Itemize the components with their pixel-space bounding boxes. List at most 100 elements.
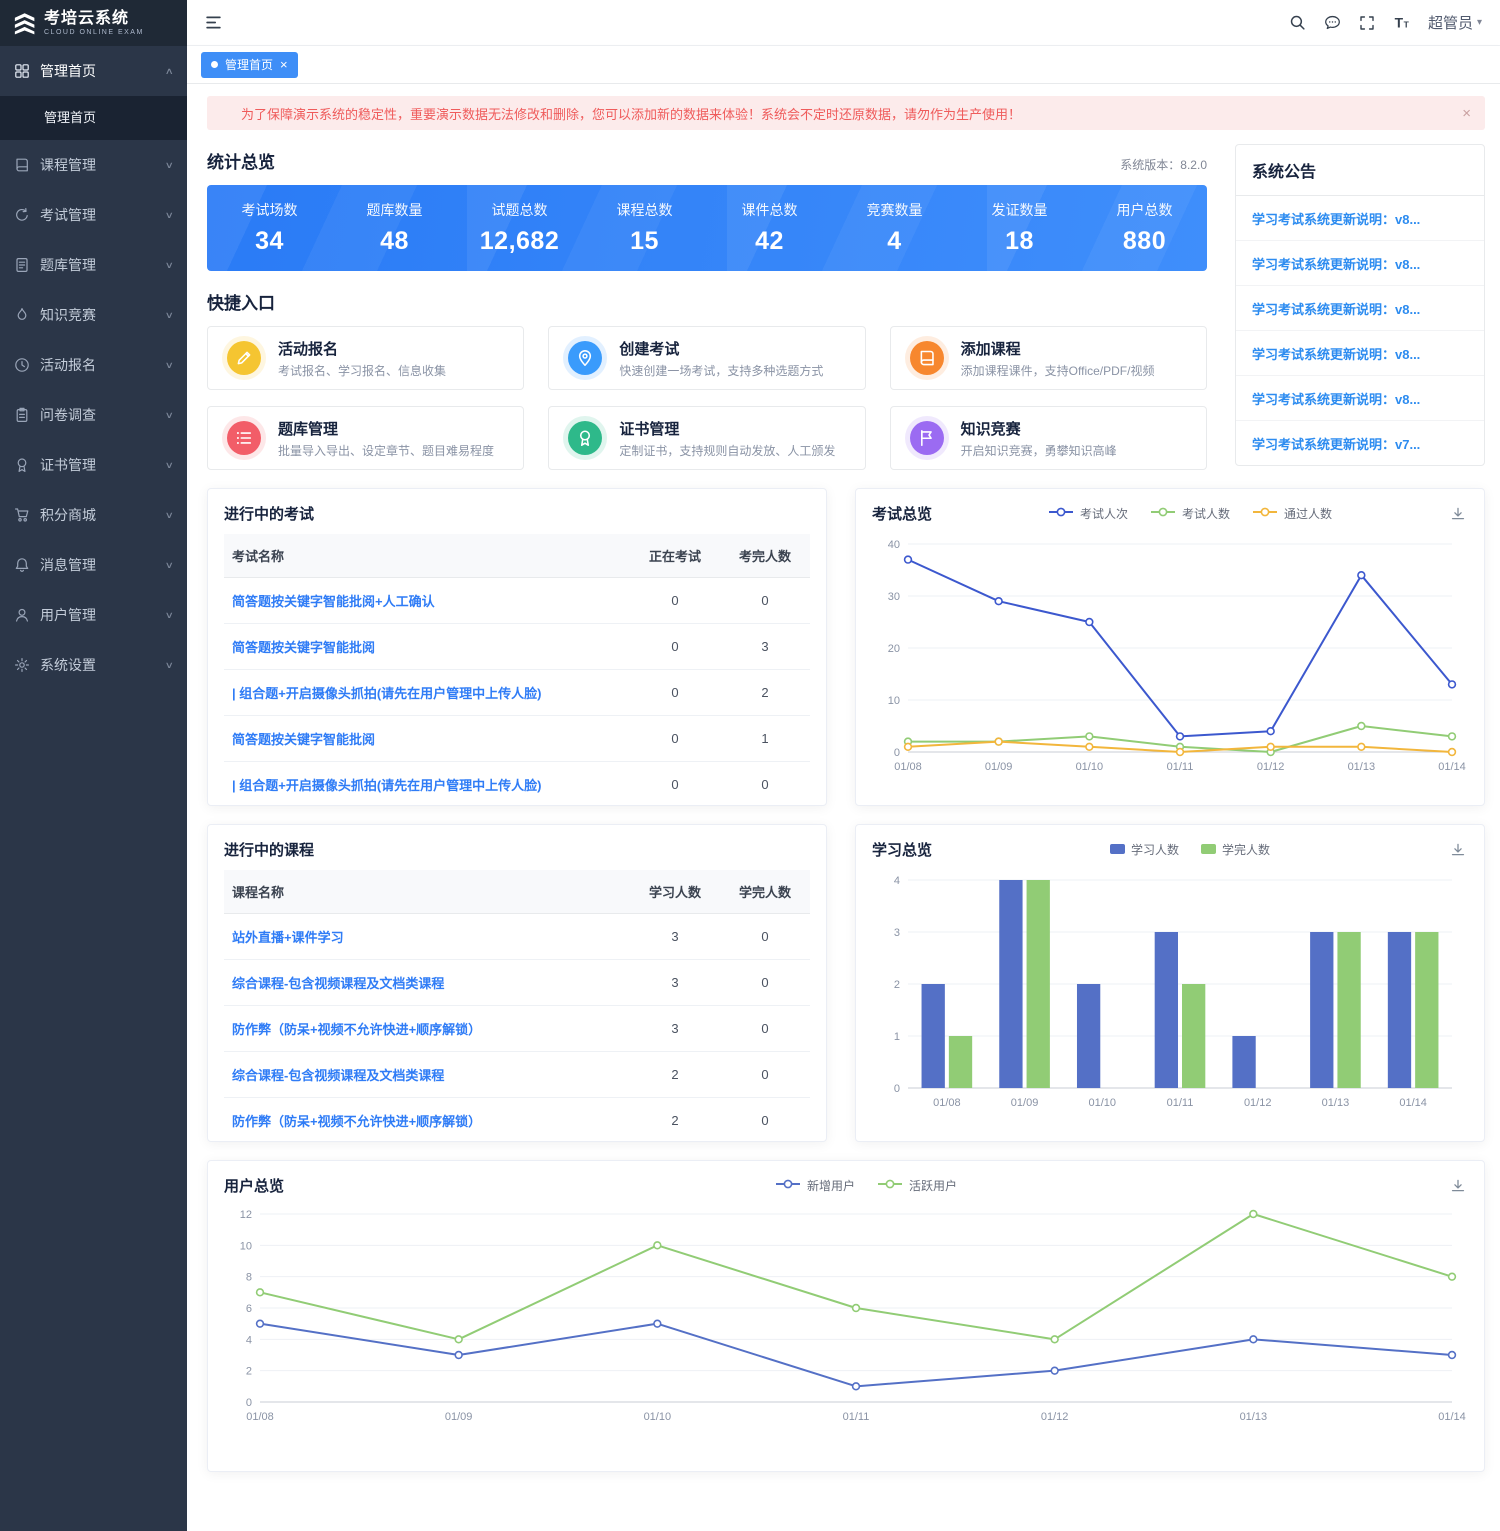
stat-value: 34: [207, 227, 332, 256]
learning-chart-title: 学习总览: [872, 839, 932, 860]
announcement-link[interactable]: 学习考试系统更新说明：v8...: [1236, 331, 1484, 376]
font-size-icon[interactable]: TT: [1393, 14, 1410, 31]
download-icon[interactable]: [1448, 840, 1468, 860]
exam-name-link[interactable]: 简答题按关键字智能批阅: [232, 732, 375, 747]
sidebar-subitem-home[interactable]: 管理首页: [0, 96, 187, 140]
bell-icon: [14, 557, 30, 573]
sidebar: 考培云系统 CLOUD ONLINE EXAM 管理首页∧管理首页课程管理∨考试…: [0, 0, 187, 1531]
sidebar-item-label: 题库管理: [40, 255, 166, 275]
fullscreen-icon[interactable]: [1359, 15, 1375, 31]
alert-close-icon[interactable]: ×: [1462, 105, 1471, 122]
sidebar-item-survey[interactable]: 问卷调查∨: [0, 390, 187, 440]
exam-chart-header: 考试总览 考试人次考试人数通过人数: [872, 503, 1468, 524]
sidebar-item-shop[interactable]: 积分商城∨: [0, 490, 187, 540]
svg-text:30: 30: [888, 591, 900, 603]
exam-name-link[interactable]: | 组合题+开启摄像头抓拍(请先在用户管理中上传人脸): [232, 778, 542, 793]
course-name-link[interactable]: 站外直播+课件学习: [232, 930, 344, 945]
stat-label: 课程总数: [582, 200, 707, 220]
doc-icon: [14, 257, 30, 273]
course-name-link[interactable]: 防作弊（防呆+视频不允许快进+顺序解锁）: [232, 1022, 481, 1037]
shortcut-certificate[interactable]: 证书管理定制证书，支持规则自动发放、人工颁发: [548, 406, 865, 470]
legend-item[interactable]: 通过人数: [1252, 505, 1332, 523]
announcement-link[interactable]: 学习考试系统更新说明：v8...: [1236, 196, 1484, 241]
course-name-link[interactable]: 综合课程-包含视频课程及文档类课程: [232, 976, 444, 991]
legend-label: 学完人数: [1222, 841, 1270, 858]
sidebar-item-contest[interactable]: 知识竞赛∨: [0, 290, 187, 340]
exam-value: 0: [630, 670, 720, 716]
sidebar-item-activity[interactable]: 活动报名∨: [0, 340, 187, 390]
svg-text:1: 1: [894, 1031, 900, 1043]
course-row: 综合课程-包含视频课程及文档类课程20: [224, 1052, 810, 1098]
legend-marker: [1150, 505, 1176, 523]
sidebar-item-message[interactable]: 消息管理∨: [0, 540, 187, 590]
chevron-down-icon: ∨: [165, 410, 174, 421]
menu-fold-icon[interactable]: [199, 8, 228, 37]
course-name-link[interactable]: 综合课程-包含视频课程及文档类课程: [232, 1068, 444, 1083]
download-icon[interactable]: [1448, 504, 1468, 524]
shortcut-desc: 定制证书，支持规则自动发放、人工颁发: [619, 442, 835, 459]
svg-text:01/09: 01/09: [985, 761, 1013, 773]
users-chart-header: 用户总览 新增用户活跃用户: [224, 1175, 1468, 1196]
tab-active-dot: [211, 61, 218, 68]
exam-column-header: 正在考试: [630, 534, 720, 578]
sidebar-item-bank[interactable]: 题库管理∨: [0, 240, 187, 290]
exam-name-link[interactable]: | 组合题+开启摄像头抓拍(请先在用户管理中上传人脸): [232, 686, 542, 701]
sidebar-item-home[interactable]: 管理首页∧: [0, 46, 187, 96]
sidebar-item-settings[interactable]: 系统设置∨: [0, 640, 187, 690]
table-header-row: 课程名称学习人数学完人数: [224, 870, 810, 914]
shortcut-knowledge-contest[interactable]: 知识竞赛开启知识竞赛，勇攀知识高峰: [890, 406, 1207, 470]
course-value: 0: [720, 960, 810, 1006]
svg-text:01/13: 01/13: [1348, 761, 1376, 773]
sidebar-item-course[interactable]: 课程管理∨: [0, 140, 187, 190]
announcement-link[interactable]: 学习考试系统更新说明：v8...: [1236, 376, 1484, 421]
exam-row: 简答题按关键字智能批阅+人工确认00: [224, 578, 810, 624]
legend-label: 新增用户: [807, 1177, 855, 1194]
course-name-link[interactable]: 防作弊（防呆+视频不允许快进+顺序解锁）: [232, 1114, 481, 1129]
chevron-down-icon: ∨: [165, 660, 174, 671]
demo-warning-text: 为了保障演示系统的稳定性，重要演示数据无法修改和删除，您可以添加新的数据来体验！…: [241, 104, 1021, 123]
legend-item[interactable]: 考试人次: [1048, 505, 1128, 523]
sidebar-item-exam[interactable]: 考试管理∨: [0, 190, 187, 240]
shortcut-title: 创建考试: [619, 338, 823, 359]
sidebar-item-user[interactable]: 用户管理∨: [0, 590, 187, 640]
legend-item[interactable]: 考试人数: [1150, 505, 1230, 523]
topbar-actions: TT 超管员 ▾: [1289, 12, 1482, 33]
search-icon[interactable]: [1289, 14, 1306, 31]
chart-bar-svg: 0123401/0801/0901/1001/1101/1201/1301/14: [872, 868, 1468, 1114]
announcement-link[interactable]: 学习考试系统更新说明：v8...: [1236, 286, 1484, 331]
download-icon[interactable]: [1448, 1176, 1468, 1196]
stat-item: 试题总数12,682: [457, 200, 582, 256]
stats-title: 统计总览: [207, 148, 275, 173]
shortcut-desc: 批量导入导出、设定章节、题目难易程度: [278, 442, 494, 459]
svg-text:01/14: 01/14: [1438, 1411, 1466, 1423]
legend-item[interactable]: 新增用户: [775, 1177, 855, 1195]
user-dropdown[interactable]: 超管员 ▾: [1428, 12, 1482, 33]
stat-item: 课程总数15: [582, 200, 707, 256]
exam-name-link[interactable]: 简答题按关键字智能批阅: [232, 640, 375, 655]
app-logo[interactable]: 考培云系统 CLOUD ONLINE EXAM: [0, 0, 187, 46]
message-icon[interactable]: [1324, 14, 1341, 31]
shortcut-create-exam[interactable]: 创建考试快速创建一场考试，支持多种选题方式: [548, 326, 865, 390]
stat-label: 竞赛数量: [832, 200, 957, 220]
shortcut-question-bank[interactable]: 题库管理批量导入导出、设定章节、题目难易程度: [207, 406, 524, 470]
announcement-link[interactable]: 学习考试系统更新说明：v7...: [1236, 421, 1484, 465]
legend-label: 通过人数: [1284, 505, 1332, 522]
sidebar-item-cert[interactable]: 证书管理∨: [0, 440, 187, 490]
chevron-down-icon: ∨: [165, 460, 174, 471]
svg-text:0: 0: [894, 1083, 900, 1095]
users-chart-legend: 新增用户 活跃用户: [284, 1177, 1448, 1195]
tab-dashboard[interactable]: 管理首页 ×: [201, 52, 298, 78]
system-version: 系统版本：8.2.0: [1120, 156, 1207, 173]
ongoing-courses-table: 课程名称学习人数学完人数 站外直播+课件学习30综合课程-包含视频课程及文档类课…: [224, 870, 810, 1142]
svg-text:01/11: 01/11: [1167, 761, 1194, 773]
shortcut-add-course[interactable]: 添加课程添加课程课件，支持Office/PDF/视频: [890, 326, 1207, 390]
exam-name-link[interactable]: 简答题按关键字智能批阅+人工确认: [232, 594, 435, 609]
shortcut-activity-signup[interactable]: 活动报名考试报名、学习报名、信息收集: [207, 326, 524, 390]
announcement-link[interactable]: 学习考试系统更新说明：v8...: [1236, 241, 1484, 286]
legend-item[interactable]: 学习人数: [1110, 841, 1179, 859]
learning-chart-legend: 学习人数 学完人数: [932, 841, 1448, 859]
legend-item[interactable]: 学完人数: [1201, 841, 1270, 859]
tab-close-icon[interactable]: ×: [280, 58, 288, 71]
stat-value: 42: [707, 227, 832, 256]
legend-item[interactable]: 活跃用户: [877, 1177, 957, 1195]
